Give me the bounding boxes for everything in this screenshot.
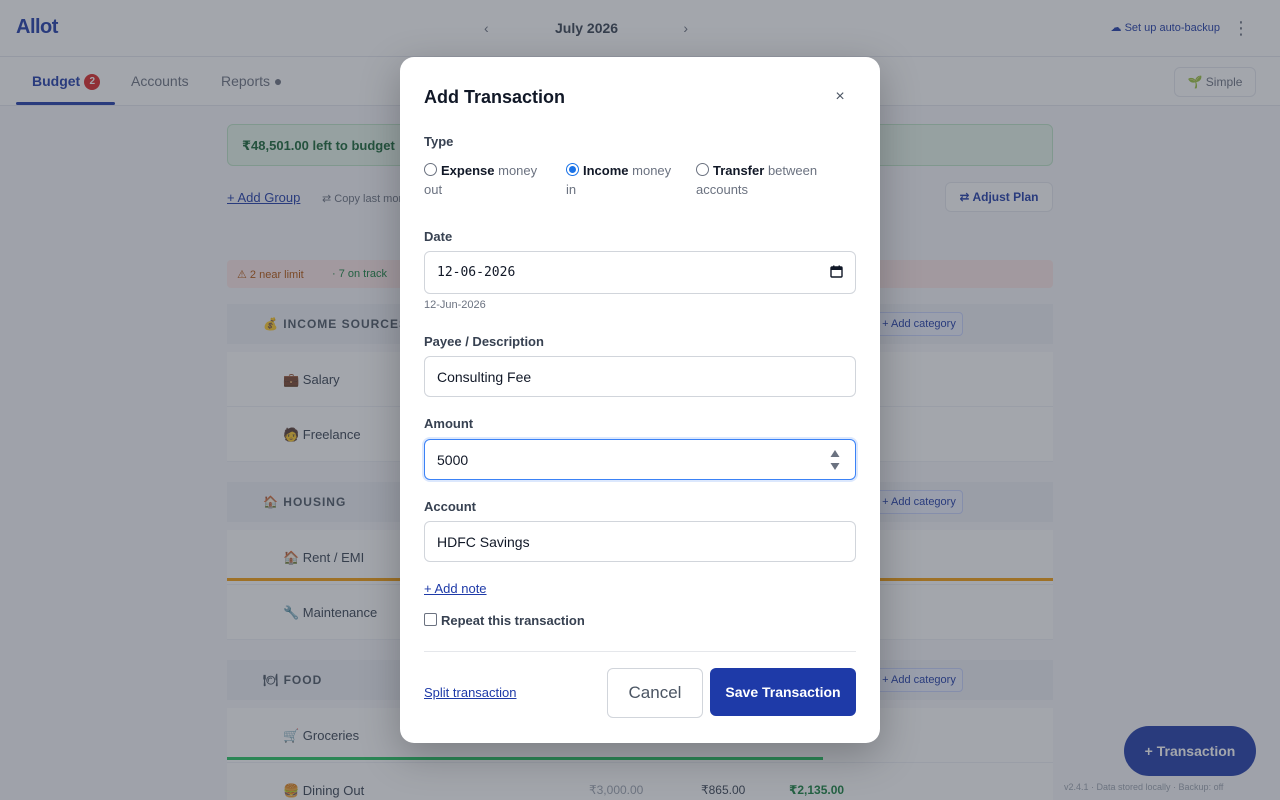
income-radio[interactable] [566,163,579,176]
account-label: Account [424,499,476,514]
income-title: Income [583,163,629,178]
date-hint: 12-Jun-2026 [424,299,486,311]
date-label: Date [424,229,453,244]
amount-label: Amount [424,416,474,431]
account-value: HDFC Savings [437,534,530,550]
transfer-radio[interactable] [696,163,709,176]
repeat-label: Repeat this transaction [441,613,585,628]
split-transaction-link[interactable]: Split transaction [424,685,517,700]
repeat-transaction-toggle[interactable]: Repeat this transaction [424,613,585,628]
expense-radio[interactable] [424,163,437,176]
amount-input[interactable]: 5000 [424,439,856,480]
date-value: 12-06-2026 [437,265,516,280]
income-sub-1: money [632,163,672,178]
transfer-title: Transfer [713,163,765,178]
income-sub-2: in [566,182,577,197]
calendar-icon[interactable] [830,265,843,278]
dialog-title: Add Transaction [424,87,566,107]
number-spinner-icon[interactable] [830,449,840,471]
transfer-sub-1: between [767,163,818,178]
add-transaction-dialog: Add Transaction × Type Expense money out… [400,57,880,743]
type-option-transfer[interactable]: Transfer between accounts [696,161,836,199]
account-input[interactable]: HDFC Savings [424,521,856,562]
payee-value: Consulting Fee [437,369,532,385]
expense-title: Expense [441,163,495,178]
type-option-income[interactable]: Income money in [566,161,682,199]
type-option-expense[interactable]: Expense money out [424,161,554,199]
payee-input[interactable]: Consulting Fee [424,356,856,397]
expense-sub-1: money [498,163,538,178]
add-note-link[interactable]: + Add note [424,581,487,596]
footer-divider [424,651,856,652]
repeat-checkbox[interactable] [424,613,437,626]
cancel-button[interactable]: Cancel [607,668,703,718]
expense-sub-2: out [424,182,443,197]
type-label: Type [424,134,454,149]
close-icon[interactable]: × [830,87,850,107]
save-transaction-button[interactable]: Save Transaction [710,668,856,716]
amount-value: 5000 [437,452,469,468]
payee-label: Payee / Description [424,334,544,349]
transfer-sub-2: accounts [696,182,749,197]
date-input[interactable]: 12-06-2026 [424,251,856,294]
